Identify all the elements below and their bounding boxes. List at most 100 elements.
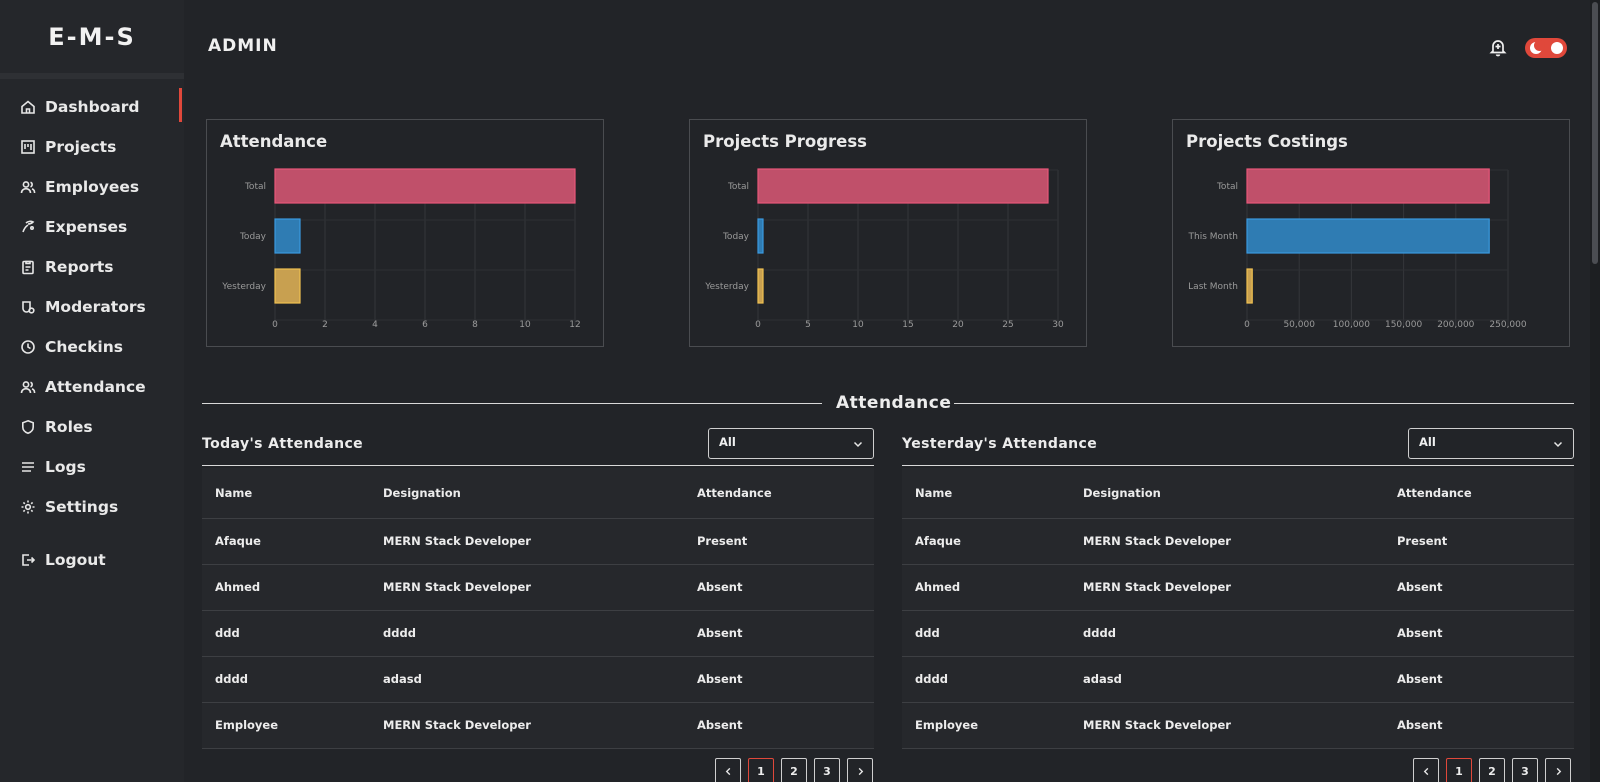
bar bbox=[274, 268, 301, 304]
sidebar-item-checkins[interactable]: Checkins bbox=[0, 327, 184, 367]
next-page-button[interactable] bbox=[1545, 758, 1571, 782]
cell-attendance: Absent bbox=[684, 702, 874, 749]
cell-attendance: Present bbox=[1384, 518, 1574, 565]
sidebar-item-dashboard[interactable]: Dashboard bbox=[0, 87, 184, 127]
sidebar-item-expenses[interactable]: Expenses bbox=[0, 207, 184, 247]
bar bbox=[1246, 268, 1253, 304]
scrollbar-thumb[interactable] bbox=[1592, 2, 1598, 264]
table-header-row: Name Designation Attendance bbox=[902, 468, 1574, 519]
sidebar-item-roles[interactable]: Roles bbox=[0, 407, 184, 447]
cell-designation: MERN Stack Developer bbox=[1070, 564, 1384, 611]
bar bbox=[1246, 218, 1490, 254]
toggle-knob bbox=[1551, 42, 1563, 54]
table-row: Afaque MERN Stack Developer Present bbox=[202, 518, 874, 565]
section-title: Attendance bbox=[836, 393, 952, 413]
prev-page-button[interactable] bbox=[1413, 758, 1439, 782]
sidebar-item-logs[interactable]: Logs bbox=[0, 447, 184, 487]
page-scrollbar[interactable] bbox=[1590, 0, 1600, 782]
sidebar-item-reports[interactable]: Reports bbox=[0, 247, 184, 287]
bell-plus-icon[interactable] bbox=[1488, 37, 1508, 57]
projects-progress-chart-card: Projects Progress 0 5 10 15 20 25 30 Total Today… bbox=[689, 119, 1087, 347]
cell-name: Employee bbox=[902, 702, 1070, 749]
cell-name: Employee bbox=[202, 702, 370, 749]
list-icon bbox=[20, 459, 36, 475]
column-header[interactable]: Attendance bbox=[1384, 468, 1574, 519]
table-row: Afaque MERN Stack Developer Present bbox=[902, 518, 1574, 565]
bar bbox=[274, 168, 576, 204]
prev-page-button[interactable] bbox=[715, 758, 741, 782]
cell-attendance: Absent bbox=[684, 610, 874, 657]
sidebar-item-settings[interactable]: Settings bbox=[0, 487, 184, 527]
table-row: ddd dddd Absent bbox=[202, 610, 874, 657]
panel-title: Today's Attendance bbox=[202, 436, 364, 452]
table-row: Employee MERN Stack Developer Absent bbox=[202, 702, 874, 749]
cell-designation: dddd bbox=[370, 610, 684, 657]
x-tick-label: 12 bbox=[569, 320, 580, 330]
sidebar: E-M-S Dashboard Projects Employees Expen… bbox=[0, 0, 184, 782]
x-tick-label: 0 bbox=[755, 320, 761, 330]
cell-name: Afaque bbox=[902, 518, 1070, 565]
table-row: Employee MERN Stack Developer Absent bbox=[902, 702, 1574, 749]
x-tick-label: 0 bbox=[272, 320, 278, 330]
x-tick-label: 10 bbox=[519, 320, 531, 330]
moon-icon bbox=[1530, 40, 1545, 54]
y-tick-label: Yesterday bbox=[221, 282, 266, 292]
cell-designation: MERN Stack Developer bbox=[370, 518, 684, 565]
page-button[interactable]: 1 bbox=[748, 758, 774, 782]
cell-attendance: Present bbox=[684, 518, 874, 565]
chevron-right-icon bbox=[1556, 767, 1561, 775]
x-tick-label: 4 bbox=[372, 320, 378, 330]
chevron-right-icon bbox=[858, 767, 863, 775]
attendance-chart-card: Attendance 0 2 4 6 8 10 12 Total Today Yesterday bbox=[206, 119, 604, 347]
column-header[interactable]: Attendance bbox=[684, 468, 874, 519]
sidebar-item-label: Roles bbox=[45, 418, 93, 436]
filter-value: All bbox=[1419, 435, 1436, 449]
cell-name: ddd bbox=[902, 610, 1070, 657]
y-tick-label: Total bbox=[727, 182, 749, 192]
theme-toggle[interactable] bbox=[1525, 38, 1567, 58]
x-tick-label: 200,000 bbox=[1437, 320, 1474, 330]
cell-name: Ahmed bbox=[202, 564, 370, 611]
y-tick-label: This Month bbox=[1188, 232, 1238, 242]
table-row: ddd dddd Absent bbox=[902, 610, 1574, 657]
sidebar-item-label: Moderators bbox=[45, 298, 146, 316]
sidebar-item-logout[interactable]: Logout bbox=[0, 540, 184, 580]
page-button[interactable]: 3 bbox=[1512, 758, 1538, 782]
bar-chart: 0 50,000 100,000 150,000 200,000 250,000 Total… bbox=[1188, 168, 1527, 330]
table-header-row: Name Designation Attendance bbox=[202, 468, 874, 519]
x-tick-label: 250,000 bbox=[1489, 320, 1526, 330]
y-tick-label: Today bbox=[722, 232, 750, 242]
column-header[interactable]: Designation bbox=[1070, 468, 1384, 519]
page-title: ADMIN bbox=[208, 36, 278, 56]
money-hand-icon bbox=[20, 219, 36, 235]
x-tick-label: 50,000 bbox=[1283, 320, 1315, 330]
yesterdays-attendance-panel: Yesterday's Attendance All Name Designat… bbox=[902, 428, 1574, 749]
todays-attendance-filter[interactable]: All bbox=[708, 428, 874, 459]
section-divider bbox=[202, 403, 822, 404]
y-tick-label: Yesterday bbox=[704, 282, 749, 292]
column-header[interactable]: Name bbox=[202, 468, 370, 519]
page-button[interactable]: 2 bbox=[781, 758, 807, 782]
bar-chart: 0 5 10 15 20 25 30 Total Today Yesterday bbox=[704, 168, 1064, 330]
clock-icon bbox=[20, 339, 36, 355]
todays-attendance-table: Name Designation Attendance Afaque MERN S… bbox=[202, 468, 874, 749]
table-row: dddd adasd Absent bbox=[202, 656, 874, 703]
sidebar-item-moderators[interactable]: Moderators bbox=[0, 287, 184, 327]
sidebar-item-label: Settings bbox=[45, 498, 119, 516]
sidebar-item-label: Projects bbox=[45, 138, 117, 156]
clipboard-icon bbox=[20, 259, 36, 275]
cell-attendance: Absent bbox=[684, 656, 874, 703]
yesterdays-attendance-filter[interactable]: All bbox=[1408, 428, 1574, 459]
sidebar-item-attendance[interactable]: Attendance bbox=[0, 367, 184, 407]
sidebar-item-employees[interactable]: Employees bbox=[0, 167, 184, 207]
sidebar-item-projects[interactable]: Projects bbox=[0, 127, 184, 167]
cell-name: Ahmed bbox=[902, 564, 1070, 611]
column-header[interactable]: Designation bbox=[370, 468, 684, 519]
sidebar-item-label: Employees bbox=[45, 178, 140, 196]
column-header[interactable]: Name bbox=[902, 468, 1070, 519]
bar bbox=[274, 218, 301, 254]
next-page-button[interactable] bbox=[847, 758, 873, 782]
page-button[interactable]: 1 bbox=[1446, 758, 1472, 782]
page-button[interactable]: 2 bbox=[1479, 758, 1505, 782]
page-button[interactable]: 3 bbox=[814, 758, 840, 782]
